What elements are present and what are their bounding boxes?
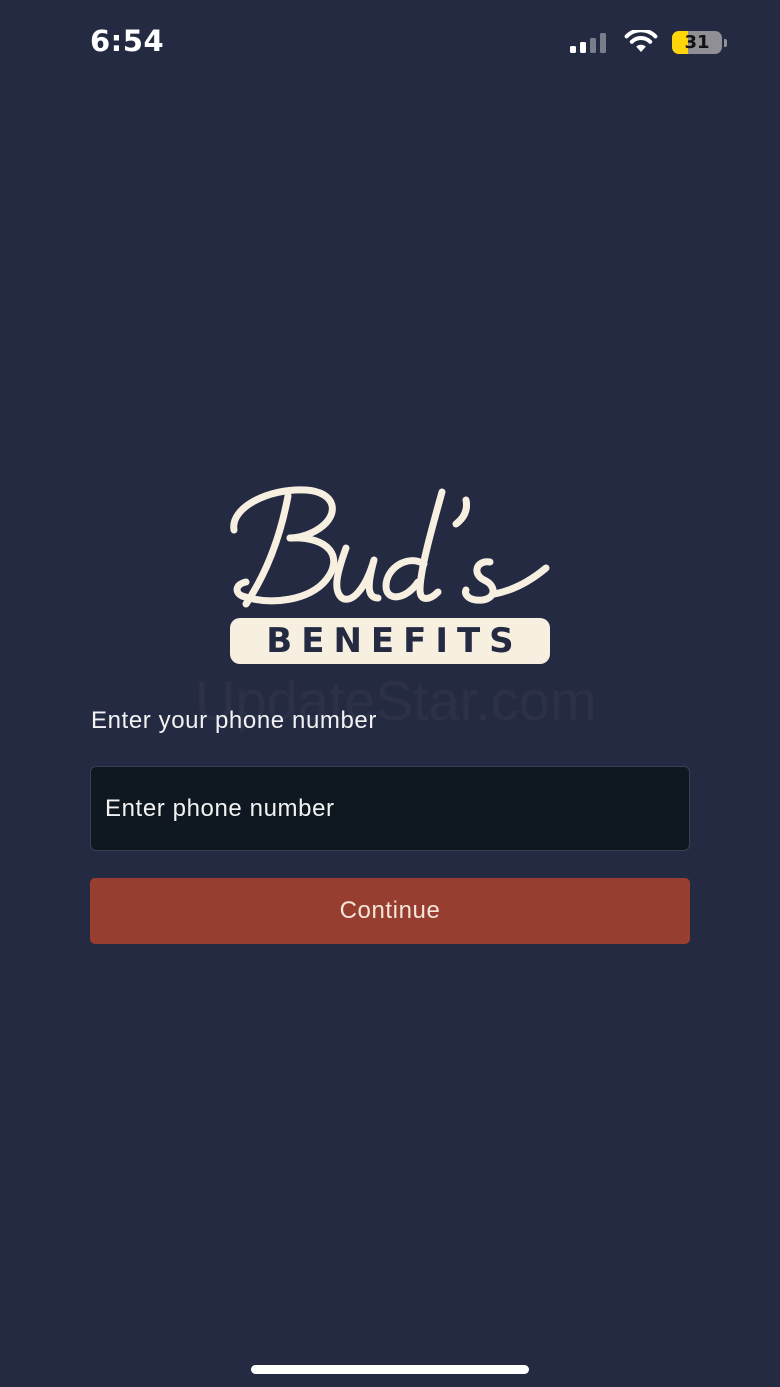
home-indicator[interactable] bbox=[251, 1365, 529, 1374]
logo-benefits-plate: BENEFITS bbox=[230, 618, 550, 664]
logo-benefits-text: BENEFITS bbox=[266, 621, 523, 661]
buds-benefits-logo: BENEFITS bbox=[228, 478, 554, 668]
wifi-icon bbox=[624, 30, 658, 52]
status-time: 6:54 bbox=[90, 24, 165, 58]
battery-level: 31 bbox=[684, 32, 710, 53]
phone-field-label: Enter your phone number bbox=[91, 707, 377, 734]
battery-icon: 31 bbox=[672, 31, 728, 55]
phone-number-input[interactable] bbox=[90, 766, 690, 851]
cellular-signal-icon bbox=[570, 33, 606, 53]
logo-script-wordmark bbox=[230, 486, 550, 608]
battery-nub bbox=[724, 39, 727, 47]
continue-button[interactable]: Continue bbox=[90, 878, 690, 944]
battery-body: 31 bbox=[672, 31, 722, 54]
login-screen: 6:54 31 BENEFITS UpdateStar.com Enter yo… bbox=[0, 0, 780, 1387]
